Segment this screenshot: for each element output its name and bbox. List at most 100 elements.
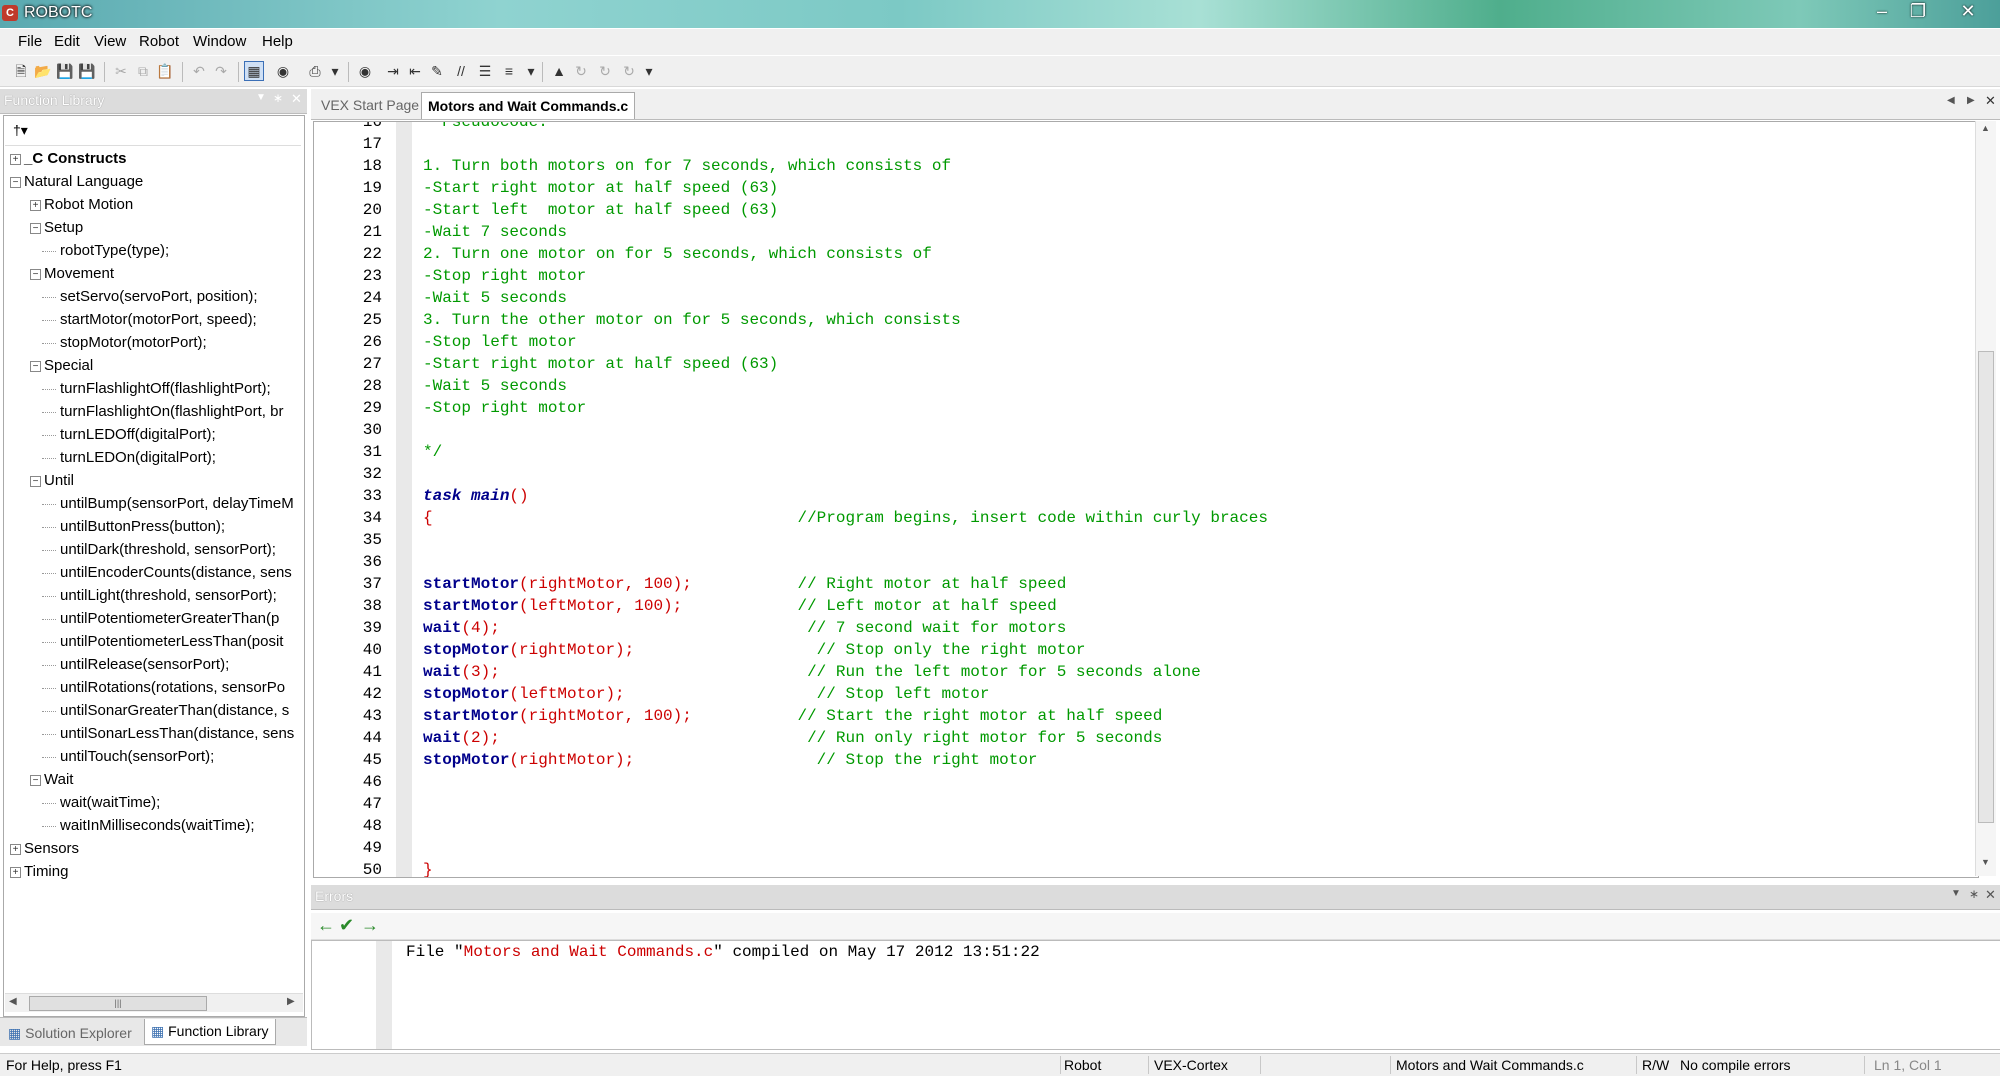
- minimize-icon[interactable]: –: [1862, 0, 1902, 24]
- tree-item[interactable]: − Movement: [4, 263, 302, 286]
- tree-item[interactable]: untilEncoderCounts(distance, sens: [4, 562, 302, 585]
- scroll-down-icon[interactable]: ▼: [1981, 857, 1990, 867]
- code-line[interactable]: Pseudocode:: [423, 122, 548, 131]
- expand-icon[interactable]: +: [10, 154, 21, 165]
- pencil-icon[interactable]: ✎: [428, 62, 446, 80]
- collapse-icon[interactable]: −: [30, 361, 41, 372]
- function-library-toggle-icon[interactable]: ▦: [244, 61, 264, 81]
- code-line[interactable]: -Start right motor at half speed (63): [423, 355, 778, 373]
- maximize-icon[interactable]: ❐: [1898, 0, 1938, 24]
- debug-step-icon[interactable]: ↻: [572, 62, 590, 80]
- panel-menu-icon[interactable]: ▼: [1951, 888, 1961, 899]
- collapse-icon[interactable]: −: [10, 177, 21, 188]
- code-line[interactable]: -Wait 5 seconds: [423, 289, 567, 307]
- code-area[interactable]: Pseudocode: 1. Turn both motors on for 7 …: [409, 122, 1969, 877]
- close-icon[interactable]: ✕: [1948, 0, 1988, 24]
- collapse-icon[interactable]: −: [30, 775, 41, 786]
- tree-item[interactable]: untilLight(threshold, sensorPort);: [4, 585, 302, 608]
- cut-icon[interactable]: ✂: [112, 62, 130, 80]
- code-line[interactable]: startMotor(leftMotor, 100); // Left moto…: [423, 597, 1057, 615]
- menu-robot[interactable]: Robot: [139, 33, 179, 50]
- save-icon[interactable]: 💾: [56, 62, 74, 80]
- tree-item[interactable]: untilRelease(sensorPort);: [4, 654, 302, 677]
- code-line[interactable]: -Start right motor at half speed (63): [423, 179, 778, 197]
- tree-item[interactable]: untilRotations(rotations, sensorPo: [4, 677, 302, 700]
- menu-window[interactable]: Window: [193, 33, 246, 50]
- code-line[interactable]: -Stop left motor: [423, 333, 577, 351]
- code-line[interactable]: -Stop right motor: [423, 267, 586, 285]
- menu-file[interactable]: File: [18, 33, 42, 50]
- tree-item[interactable]: waitInMilliseconds(waitTime);: [4, 815, 302, 838]
- tree-item[interactable]: untilSonarLessThan(distance, sens: [4, 723, 302, 746]
- tree-item[interactable]: robotType(type);: [4, 240, 302, 263]
- panel-menu-icon[interactable]: ▼: [256, 92, 266, 103]
- tree-item[interactable]: turnFlashlightOn(flashlightPort, br: [4, 401, 302, 424]
- tree-item[interactable]: + Sensors: [4, 838, 302, 861]
- open-folder-icon[interactable]: 📂: [34, 62, 52, 80]
- tree-item[interactable]: untilDark(threshold, sensorPort);: [4, 539, 302, 562]
- collapse-icon[interactable]: −: [30, 476, 41, 487]
- tree-item[interactable]: untilTouch(sensorPort);: [4, 746, 302, 769]
- debug-out-icon[interactable]: ↻: [620, 62, 638, 80]
- tab-scroll-left-icon[interactable]: ◀: [1947, 95, 1955, 106]
- outdent-icon[interactable]: ⇤: [406, 62, 424, 80]
- new-file-icon[interactable]: 🗎: [12, 62, 30, 80]
- tree-item[interactable]: untilPotentiometerGreaterThan(p: [4, 608, 302, 631]
- code-line[interactable]: -Wait 7 seconds: [423, 223, 567, 241]
- tree-item[interactable]: turnLEDOff(digitalPort);: [4, 424, 302, 447]
- copy-icon[interactable]: ⧉: [134, 62, 152, 80]
- scroll-right-icon[interactable]: ▶: [287, 996, 295, 1007]
- scroll-thumb[interactable]: |||: [29, 996, 207, 1011]
- tree-item[interactable]: wait(waitTime);: [4, 792, 302, 815]
- collapse-icon[interactable]: −: [30, 269, 41, 280]
- tree-item[interactable]: − Special: [4, 355, 302, 378]
- menu-view[interactable]: View: [94, 33, 126, 50]
- code-editor[interactable]: 16 17 18 19 20 21 22 23 24 25 26 27 28 29 30 31 32 33 34 35…: [313, 121, 1979, 878]
- code-line[interactable]: -Wait 5 seconds: [423, 377, 567, 395]
- tree-item[interactable]: untilSonarGreaterThan(distance, s: [4, 700, 302, 723]
- code-line[interactable]: 2. Turn one motor on for 5 seconds, whic…: [423, 245, 932, 263]
- tree-item[interactable]: − Setup: [4, 217, 302, 240]
- save-all-icon[interactable]: 💾: [78, 62, 96, 80]
- paste-icon[interactable]: 📋: [156, 62, 174, 80]
- tree-item[interactable]: + Robot Motion: [4, 194, 302, 217]
- code-line[interactable]: 3. Turn the other motor on for 5 seconds…: [423, 311, 961, 329]
- menu-edit[interactable]: Edit: [54, 33, 80, 50]
- redo-icon[interactable]: ↷: [212, 62, 230, 80]
- code-line[interactable]: }: [423, 861, 433, 877]
- expand-icon[interactable]: +: [30, 200, 41, 211]
- code-line[interactable]: stopMotor(rightMotor); // Stop the right…: [423, 751, 1038, 769]
- code-line[interactable]: wait(4); // 7 second wait for motors: [423, 619, 1066, 637]
- tab-function-library[interactable]: ▦ Function Library: [144, 1019, 276, 1045]
- tab-close-icon[interactable]: ✕: [1985, 93, 1996, 109]
- compile-icon[interactable]: ▲: [550, 62, 568, 80]
- code-line[interactable]: 1. Turn both motors on for 7 seconds, wh…: [423, 157, 951, 175]
- expand-icon[interactable]: +: [10, 867, 21, 878]
- tree-item[interactable]: untilBump(sensorPort, delayTimeM: [4, 493, 302, 516]
- panel-close-icon[interactable]: ✕: [291, 91, 302, 107]
- comment-icon[interactable]: //: [452, 62, 470, 80]
- tree-item[interactable]: startMotor(motorPort, speed);: [4, 309, 302, 332]
- print-icon[interactable]: ⎙: [306, 62, 324, 80]
- expand-icon[interactable]: +: [10, 844, 21, 855]
- code-line[interactable]: wait(3); // Run the left motor for 5 sec…: [423, 663, 1201, 681]
- panel-close-icon[interactable]: ✕: [1985, 887, 1996, 903]
- tree-item[interactable]: + Timing: [4, 861, 302, 884]
- tree-item[interactable]: turnFlashlightOff(flashlightPort);: [4, 378, 302, 401]
- tree-item[interactable]: − Until: [4, 470, 302, 493]
- code-line[interactable]: startMotor(rightMotor, 100); // Start th…: [423, 707, 1162, 725]
- code-line[interactable]: startMotor(rightMotor, 100); // Right mo…: [423, 575, 1066, 593]
- scroll-left-icon[interactable]: ◀: [9, 996, 17, 1007]
- tree-item[interactable]: untilPotentiometerLessThan(posit: [4, 631, 302, 654]
- code-line[interactable]: stopMotor(leftMotor); // Stop left motor: [423, 685, 990, 703]
- code-line[interactable]: wait(2); // Run only right motor for 5 s…: [423, 729, 1162, 747]
- code-line[interactable]: task main(): [423, 487, 529, 505]
- format-code-icon[interactable]: ☰: [476, 62, 494, 80]
- tab-solution-explorer[interactable]: ▦ Solution Explorer: [4, 1022, 136, 1044]
- pin-icon[interactable]: ∗: [1969, 887, 1979, 901]
- bookmark-icon[interactable]: ≡: [500, 62, 518, 80]
- horizontal-scrollbar[interactable]: ◀ ||| ▶: [5, 993, 303, 1012]
- vertical-scrollbar[interactable]: ▲ ▼: [1975, 121, 1996, 876]
- code-line[interactable]: -Start left motor at half speed (63): [423, 201, 778, 219]
- code-line[interactable]: */: [423, 443, 442, 461]
